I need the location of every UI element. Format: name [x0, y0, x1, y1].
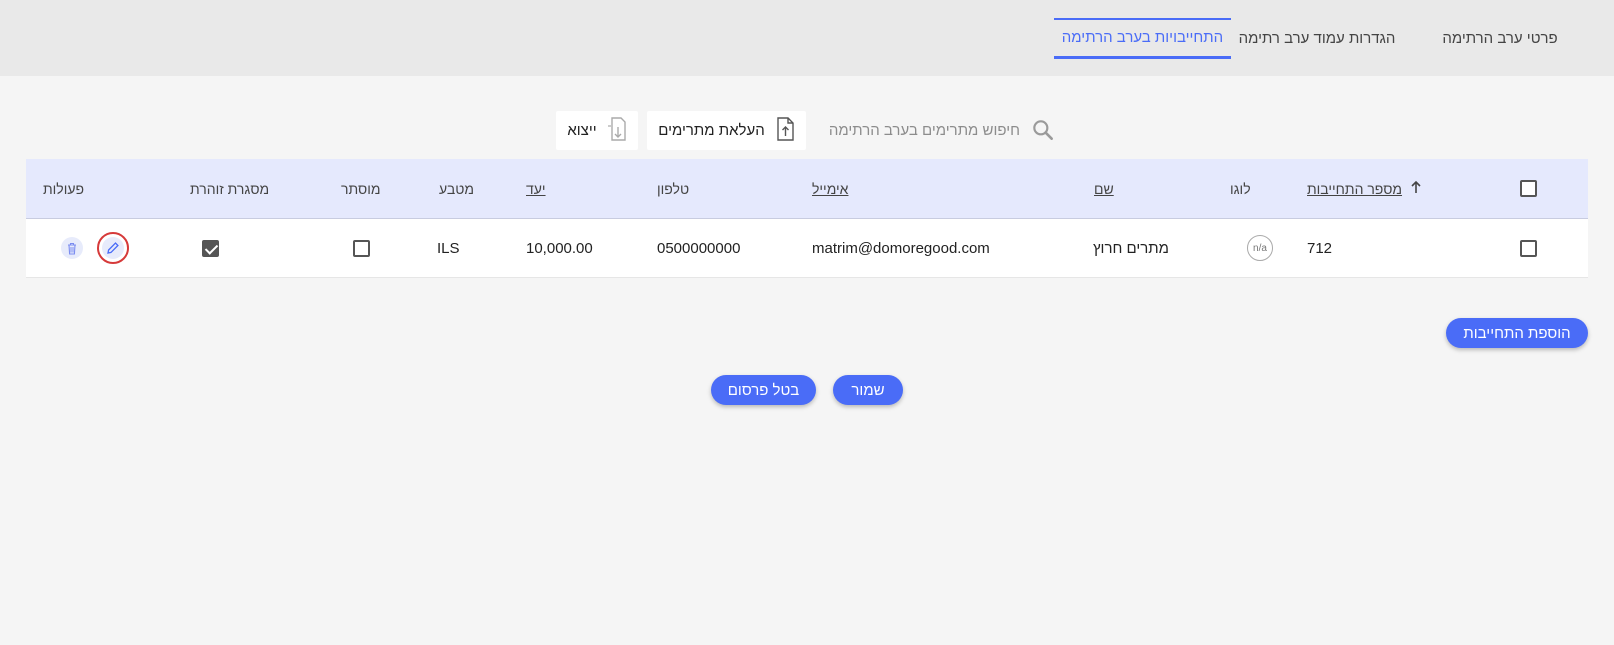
sort-arrow-up-icon [1410, 180, 1422, 197]
header-phone: טלפון [657, 180, 690, 197]
edit-highlight-ring [97, 232, 129, 264]
save-button[interactable]: שמור [833, 375, 903, 405]
header-commitment-number[interactable]: מספר התחייבות [1307, 159, 1422, 218]
table-row: 712 n/a מתרים חרוץ matrim@domoregood.com… [26, 219, 1588, 278]
header-target[interactable]: יעד [526, 159, 546, 218]
cell-commitment-number: 712 [1307, 239, 1333, 257]
row-select-checkbox[interactable] [1520, 239, 1537, 257]
header-commitment-number-label: מספר התחייבות [1307, 180, 1403, 197]
header-logo: לוגו [1230, 180, 1251, 197]
cell-phone: 0500000000 [657, 239, 741, 257]
search-icon[interactable] [1030, 117, 1056, 143]
cell-email: matrim@domoregood.com [812, 239, 990, 257]
file-export-icon [607, 116, 627, 145]
header-email[interactable]: אימייל [812, 159, 848, 218]
export-button[interactable]: ייצוא [556, 111, 638, 150]
trash-icon[interactable] [61, 237, 83, 259]
upload-donors-button[interactable]: העלאת מתרימים [647, 111, 806, 150]
cell-hidden [353, 219, 370, 277]
cancel-publish-button[interactable]: בטל פרסום [711, 375, 816, 405]
upload-donors-label: העלאת מתרימים [658, 122, 765, 139]
table-header: מספר התחייבות לוגו שם אימייל טלפון יעד מ… [26, 159, 1588, 219]
cell-currency: ILS [437, 239, 460, 257]
header-actions: פעולות [43, 180, 85, 197]
header-glowing-frame: מסגרת זוהרת [190, 180, 270, 197]
search-input[interactable] [820, 115, 1020, 145]
header-hidden: מוסתר [341, 180, 381, 197]
cell-actions [97, 219, 129, 277]
tab-page-settings[interactable]: הגדרות עמוד ערב רתימה [1232, 18, 1402, 59]
header-currency: מטבע [439, 180, 474, 197]
add-commitment-button[interactable]: הוספת התחייבות [1446, 318, 1588, 348]
tab-event-details[interactable]: פרטי ערב הרתימה [1420, 18, 1580, 59]
row-select-cell [1520, 219, 1537, 277]
search-box [820, 115, 1056, 145]
cell-delete [61, 219, 83, 277]
commitments-table: מספר התחייבות לוגו שם אימייל טלפון יעד מ… [26, 159, 1588, 278]
hidden-checkbox[interactable] [353, 239, 370, 257]
select-all-cell [1520, 159, 1537, 218]
tab-commitments[interactable]: התחייבויות בערב הרתימה [1054, 18, 1231, 59]
tab-bar: פרטי ערב הרתימה הגדרות עמוד ערב רתימה הת… [0, 0, 1614, 76]
logo-placeholder: n/a [1247, 235, 1273, 261]
cell-logo: n/a [1247, 219, 1273, 277]
glowing-frame-checkbox[interactable] [202, 239, 219, 257]
export-label: ייצוא [567, 122, 597, 139]
edit-icon[interactable] [102, 237, 124, 259]
cell-glowing-frame [202, 219, 219, 277]
cell-target: 10,000.00 [526, 239, 593, 257]
header-name[interactable]: שם [1094, 159, 1114, 218]
select-all-checkbox[interactable] [1520, 180, 1537, 197]
file-upload-icon [775, 116, 795, 145]
cell-name: מתרים חרוץ [1093, 239, 1169, 257]
